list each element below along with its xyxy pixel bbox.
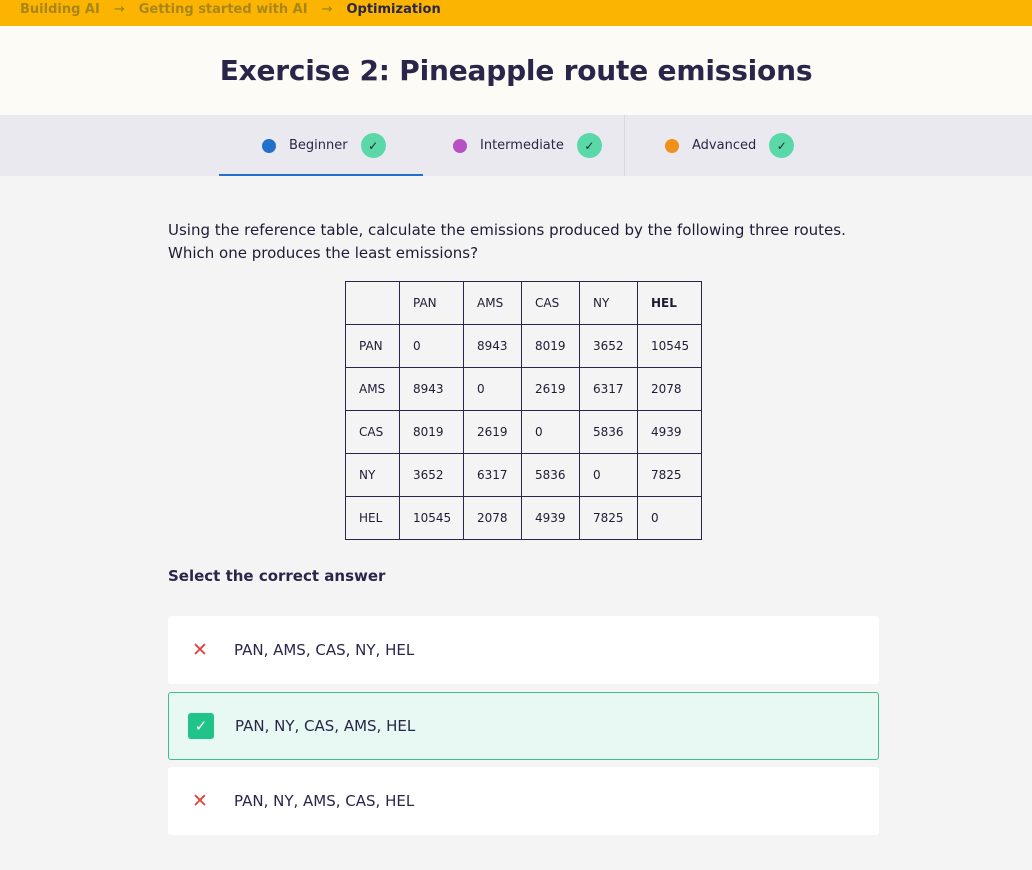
table-cell: 7825 [637,453,702,497]
answer-section-label: Select the correct answer [168,567,386,585]
table-cell: 7825 [579,496,638,540]
table-cell: 4939 [521,496,580,540]
table-cell: 10545 [637,324,702,368]
advanced-dot-icon [665,138,679,153]
table-cell: 8943 [463,324,522,368]
check-circle-icon: ✓ [769,133,795,158]
table-row-label: CAS [345,410,400,454]
table-cell: 2619 [521,367,580,411]
tab-divider [624,115,625,176]
tab-beginner[interactable]: Beginner ✓ [219,115,423,176]
incorrect-x-icon: ✕ [192,790,208,812]
table-row: NY 3652 6317 5836 0 7825 [345,453,702,497]
incorrect-x-icon: ✕ [192,639,208,661]
answer-option-1[interactable]: ✕ PAN, AMS, CAS, NY, HEL [168,616,879,684]
top-bar: Building AI → Getting started with AI → … [0,0,1032,26]
table-header-cell: HEL [637,281,702,325]
table-row-label: NY [345,453,400,497]
breadcrumb-getting-started[interactable]: Getting started with AI [139,2,308,17]
table-cell: 8019 [521,324,580,368]
question-text: Using the reference table, calculate the… [168,219,858,265]
table-row: HEL 10545 2078 4939 7825 0 [345,496,702,540]
table-header-cell: NY [579,281,638,325]
table-row-label: PAN [345,324,400,368]
table-cell: 6317 [579,367,638,411]
tab-advanced[interactable]: Advanced ✓ [665,115,795,176]
table-cell: 0 [463,367,522,411]
breadcrumb-optimization: Optimization [346,1,441,17]
beginner-dot-icon [262,138,276,153]
answer-option-3[interactable]: ✕ PAN, NY, AMS, CAS, HEL [168,767,879,835]
breadcrumb-building-ai[interactable]: Building AI [20,2,100,17]
table-row: AMS 8943 0 2619 6317 2078 [345,367,702,411]
table-cell: 0 [579,453,638,497]
table-cell: 0 [399,324,464,368]
title-band: Exercise 2: Pineapple route emissions [0,26,1032,115]
answer-option-text: PAN, NY, AMS, CAS, HEL [234,792,415,810]
breadcrumb-arrow-icon: → [113,1,125,17]
question-line-1: Using the reference table, calculate the… [168,221,846,239]
check-circle-icon: ✓ [576,133,602,158]
tab-advanced-label: Advanced [692,138,757,153]
table-header-cell: AMS [463,281,522,325]
table-cell: 3652 [399,453,464,497]
tab-beginner-label: Beginner [289,138,348,153]
table-cell: 8019 [399,410,464,454]
answer-option-text: PAN, AMS, CAS, NY, HEL [234,641,415,659]
table-row-label: AMS [345,367,400,411]
table-cell: 3652 [579,324,638,368]
check-circle-icon: ✓ [360,133,386,158]
table-row: CAS 8019 2619 0 5836 4939 [345,410,702,454]
table-cell: 2619 [463,410,522,454]
intermediate-dot-icon [453,138,467,153]
table-header-cell: CAS [521,281,580,325]
table-cell: 10545 [399,496,464,540]
question-line-2: Which one produces the least emissions? [168,244,479,262]
table-header-cell: PAN [399,281,464,325]
reference-table: PAN AMS CAS NY HEL PAN 0 8943 8019 3652 … [345,281,702,540]
table-cell: 8943 [399,367,464,411]
correct-check-icon: ✓ [188,713,214,739]
table-cell: 6317 [463,453,522,497]
table-cell: 2078 [463,496,522,540]
breadcrumb-arrow-icon: → [321,1,333,17]
table-cell: 0 [637,496,702,540]
table-row: PAN 0 8943 8019 3652 10545 [345,324,702,368]
table-cell: 4939 [637,410,702,454]
table-cell: 2078 [637,367,702,411]
tab-intermediate[interactable]: Intermediate ✓ [453,115,602,176]
table-corner-cell [345,281,400,325]
answer-option-text: PAN, NY, CAS, AMS, HEL [235,717,416,735]
table-header-row: PAN AMS CAS NY HEL [345,281,702,325]
table-cell: 0 [521,410,580,454]
page-title: Exercise 2: Pineapple route emissions [219,54,813,87]
level-tabs: Beginner ✓ Intermediate ✓ Advanced ✓ [0,115,1032,176]
breadcrumb: Building AI → Getting started with AI → … [20,0,441,18]
table-cell: 5836 [521,453,580,497]
table-row-label: HEL [345,496,400,540]
answer-option-2[interactable]: ✓ PAN, NY, CAS, AMS, HEL [168,692,879,760]
tab-intermediate-label: Intermediate [480,138,564,153]
table-cell: 5836 [579,410,638,454]
